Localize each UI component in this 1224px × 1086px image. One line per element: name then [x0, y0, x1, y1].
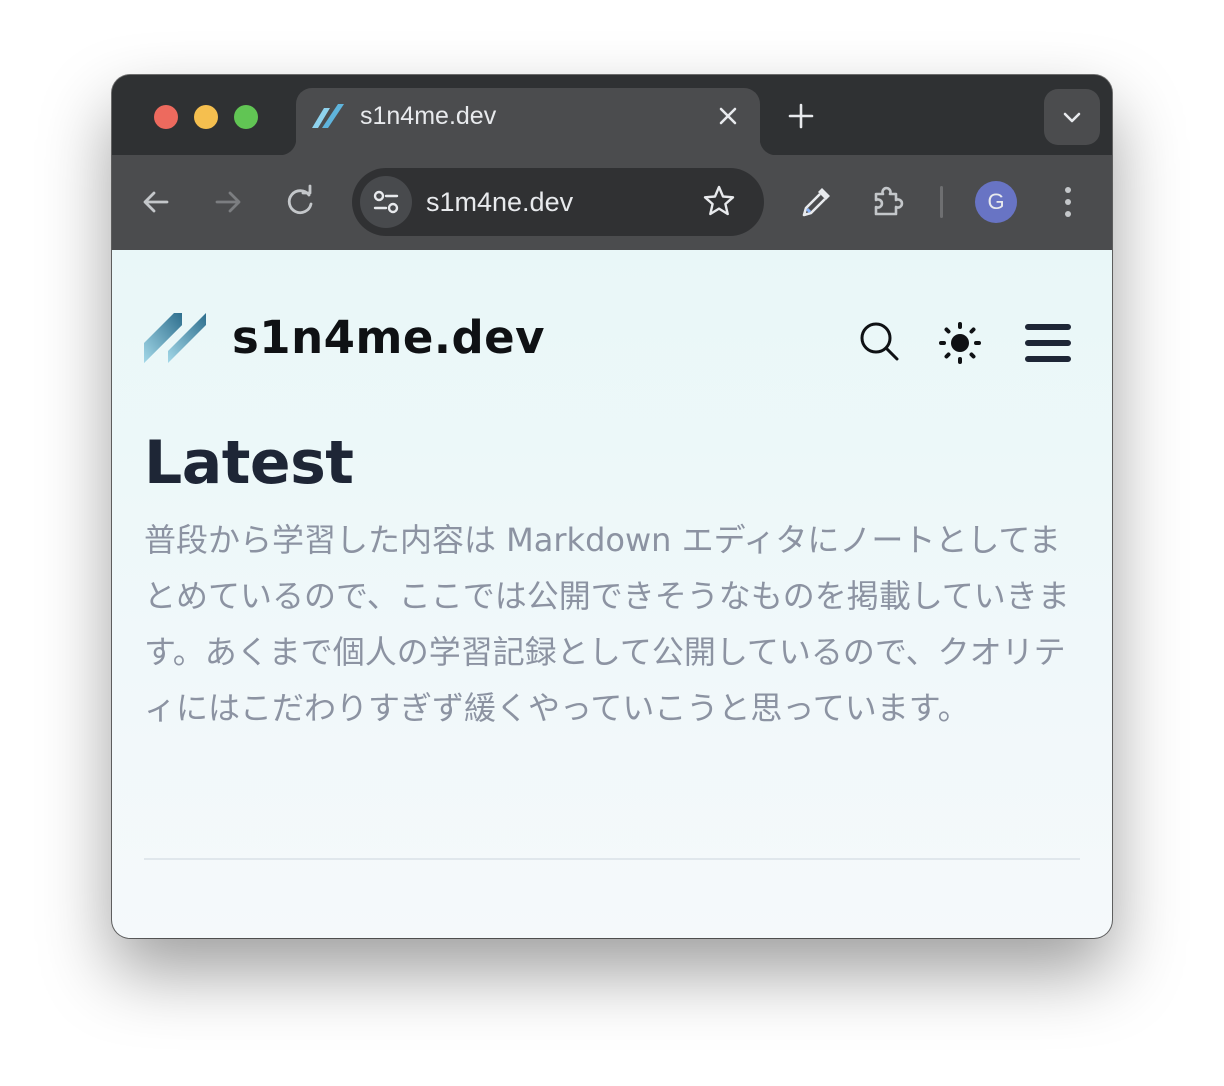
- tab-title: s1n4me.dev: [360, 102, 497, 130]
- zoom-window-button[interactable]: [234, 105, 258, 129]
- theme-toggle-sun-icon[interactable]: [938, 321, 982, 365]
- minimize-window-button[interactable]: [194, 105, 218, 129]
- section-divider: [144, 858, 1080, 860]
- toolbar-divider: [940, 186, 943, 218]
- page-content: s1n4me.dev Latest 普段から学習した内容は Markdown エ…: [112, 250, 1112, 938]
- browser-window: s1n4me.dev s1m4ne.dev G s1n4me.dev Lates…: [112, 75, 1112, 938]
- close-window-button[interactable]: [154, 105, 178, 129]
- tab-strip: s1n4me.dev: [112, 75, 1112, 155]
- close-tab-icon[interactable]: [714, 102, 742, 130]
- forward-arrow-icon[interactable]: [210, 184, 246, 220]
- tab-s1n4me[interactable]: s1n4me.dev: [280, 88, 776, 155]
- more-vertical-icon[interactable]: [1050, 184, 1086, 220]
- new-tab-plus-icon[interactable]: [786, 101, 816, 131]
- reload-icon[interactable]: [282, 184, 318, 220]
- s1n4me-logo-icon: [312, 104, 344, 128]
- extensions-puzzle-icon[interactable]: [870, 184, 906, 220]
- s1n4me-logo-icon[interactable]: [144, 313, 208, 363]
- intro-paragraph: 普段から学習した内容は Markdown エディタにノートとしてまとめているので…: [144, 521, 1070, 727]
- site-info-button[interactable]: [360, 176, 412, 228]
- page-title: Latest: [144, 428, 354, 498]
- back-arrow-icon[interactable]: [138, 184, 174, 220]
- address-bar[interactable]: s1m4ne.dev: [352, 168, 764, 236]
- browser-toolbar: s1m4ne.dev G: [112, 155, 1112, 250]
- profile-avatar[interactable]: G: [975, 181, 1017, 223]
- site-info-icon: [373, 190, 399, 214]
- bookmark-star-icon[interactable]: [702, 184, 736, 218]
- site-title[interactable]: s1n4me.dev: [232, 311, 545, 364]
- menu-hamburger-icon[interactable]: [1024, 321, 1072, 365]
- url-text[interactable]: s1m4ne.dev: [426, 187, 573, 218]
- eyedropper-icon[interactable]: [798, 184, 834, 220]
- search-icon[interactable]: [858, 320, 900, 362]
- tab-search-chevron-icon: [1063, 112, 1081, 123]
- tab-search-button[interactable]: [1044, 89, 1100, 145]
